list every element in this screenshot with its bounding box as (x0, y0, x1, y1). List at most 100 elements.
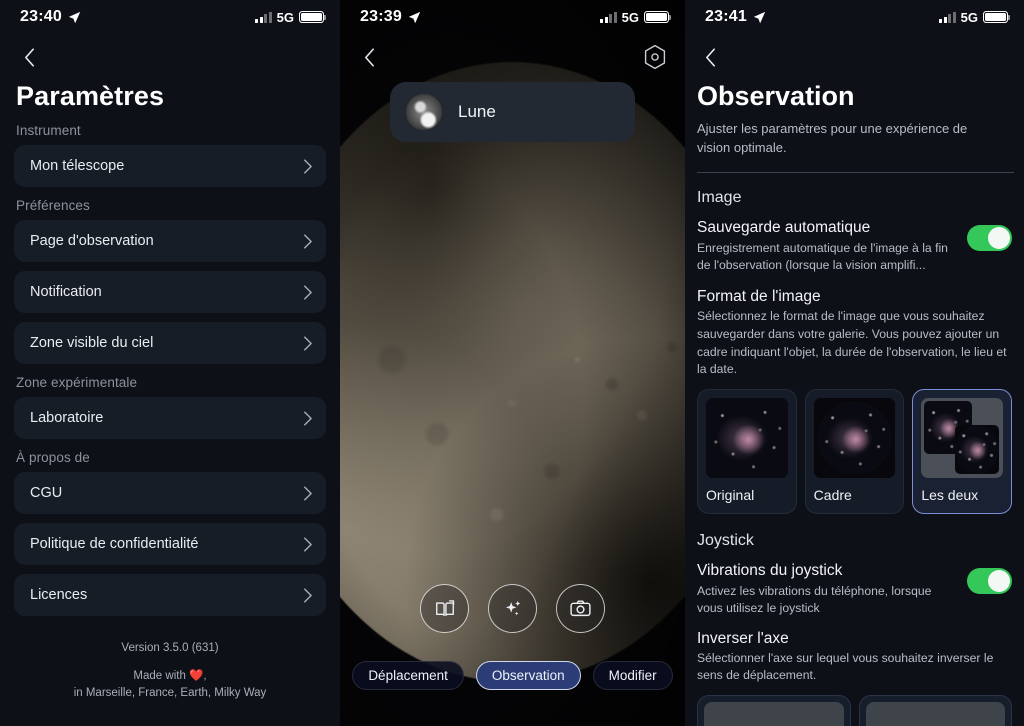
list-item[interactable]: Page d'observation (14, 220, 326, 262)
tab-observation[interactable]: Observation (475, 661, 581, 690)
group-header-about: À propos de (16, 450, 90, 465)
network-type: 5G (621, 9, 639, 25)
chevron-right-icon (304, 485, 312, 501)
setting-text: Sauvegarde automatique Enregistrement au… (697, 219, 957, 275)
mode-tab-bar: Déplacement Observation Modifier (340, 661, 685, 690)
enhance-button[interactable] (488, 584, 537, 633)
chevron-right-icon (304, 233, 312, 249)
chevron-right-icon (304, 284, 312, 300)
chevron-right-icon (304, 536, 312, 552)
section-header-image: Image (697, 188, 742, 206)
list-item-label: CGU (30, 485, 63, 501)
info-book-button[interactable] (420, 584, 469, 633)
back-button-observation[interactable] (685, 34, 1024, 67)
made-with-credit: Made with ❤️, in Marseille, France, Eart… (0, 668, 340, 701)
list-item-label: Zone visible du ciel (30, 335, 154, 351)
axis-option-cards (685, 685, 1024, 726)
format-description: Sélectionnez le format de l'image que vo… (697, 309, 1007, 377)
format-card-cadre[interactable]: Cadre (804, 389, 905, 515)
setting-autosave[interactable]: Sauvegarde automatique Enregistrement au… (685, 207, 1024, 275)
battery-icon (644, 11, 672, 23)
joystick-vibration-toggle[interactable] (967, 568, 1012, 595)
status-time: 23:40 (20, 8, 62, 25)
format-card-label: Les deux (921, 487, 979, 504)
chevron-left-icon (706, 48, 715, 67)
signal-bars-icon (255, 11, 272, 23)
axis-card-horizontal[interactable] (697, 695, 851, 726)
status-bar-settings: 23:40 5G (0, 0, 340, 34)
autosave-toggle[interactable] (967, 224, 1012, 251)
list-item[interactable]: Laboratoire (14, 397, 326, 439)
page-title: Paramètres (16, 81, 165, 111)
invert-axis-description: Sélectionner l'axe sur lequel vous souha… (697, 650, 994, 683)
location-arrow-icon (68, 11, 81, 23)
setting-title: Sauvegarde automatique (697, 218, 871, 236)
list-item[interactable]: Licences (14, 574, 326, 616)
format-thumb-cadre (813, 398, 896, 479)
chevron-right-icon (304, 335, 312, 351)
camera-icon (570, 600, 591, 617)
tab-deplacement[interactable]: Déplacement (352, 661, 464, 690)
setting-description: Activez les vibrations du téléphone, lor… (697, 584, 932, 616)
list-item[interactable]: CGU (14, 472, 326, 514)
list-item-label: Mon télescope (30, 158, 125, 174)
frame-circle (817, 402, 892, 475)
network-type: 5G (960, 9, 978, 25)
nebula-image (817, 402, 892, 475)
group-header-instrument: Instrument (16, 123, 81, 138)
location-arrow-icon (753, 11, 766, 23)
setting-title: Vibrations du joystick (697, 562, 843, 580)
heart-icon: ❤️ (189, 670, 204, 682)
list-item[interactable]: Politique de confidentialité (14, 523, 326, 565)
format-card-label: Original (706, 487, 755, 504)
status-right: 5G (939, 9, 1011, 25)
moon-thumbnail-icon (406, 94, 442, 130)
status-left: 23:39 (360, 8, 421, 26)
group-rows-experimental: Laboratoire (0, 397, 340, 439)
battery-icon (983, 11, 1011, 23)
battery-icon (299, 11, 327, 23)
list-item[interactable]: Mon télescope (14, 145, 326, 187)
page-subtitle: Ajuster les paramètres pour une expérien… (697, 121, 968, 155)
action-button-row (340, 584, 685, 633)
format-card-original[interactable]: Original (697, 389, 797, 515)
back-button-live[interactable] (340, 34, 685, 67)
chevron-left-icon (365, 48, 374, 67)
list-item[interactable]: Zone visible du ciel (14, 322, 326, 364)
network-type: 5G (276, 9, 294, 25)
format-option-cards: Original Cadre Les deux (685, 379, 1024, 515)
target-object-pill[interactable]: Lune (390, 82, 635, 142)
status-time: 23:39 (360, 8, 402, 25)
group-header-experimental: Zone expérimentale (16, 375, 138, 390)
status-right: 5G (600, 9, 672, 25)
group-header-preferences: Préférences (16, 198, 90, 213)
chevron-left-icon (25, 48, 34, 67)
toggle-knob (988, 226, 1010, 249)
format-card-label: Cadre (813, 487, 852, 504)
list-item-label: Page d'observation (30, 233, 154, 249)
back-button-settings[interactable] (0, 34, 340, 67)
aperture-settings-button[interactable] (643, 44, 667, 75)
observation-settings-panel: 23:41 5G Observation Ajuster les paramèt… (685, 0, 1024, 726)
thumb-frame-layer (954, 424, 1000, 475)
group-rows-instrument: Mon télescope (0, 145, 340, 187)
status-time: 23:41 (705, 8, 747, 25)
setting-description: Enregistrement automatique de l'image à … (697, 240, 948, 273)
setting-joystick-vibration[interactable]: Vibrations du joystick Activez les vibra… (685, 550, 1024, 618)
group-rows-preferences: Page d'observation Notification Zone vis… (0, 220, 340, 364)
format-card-les-deux[interactable]: Les deux (912, 389, 1013, 515)
chevron-right-icon (304, 158, 312, 174)
nebula-image (954, 424, 1000, 475)
capture-button[interactable] (556, 584, 605, 633)
invert-axis-title: Inverser l'axe (697, 629, 789, 647)
made-with-prefix: Made with (133, 670, 190, 682)
status-bar-observation: 23:41 5G (685, 0, 1024, 34)
chevron-right-icon (304, 410, 312, 426)
target-object-label: Lune (458, 102, 496, 121)
section-header-joystick: Joystick (697, 532, 754, 550)
made-with-suffix: , (203, 670, 207, 682)
axis-card-vertical[interactable] (858, 695, 1012, 726)
list-item[interactable]: Notification (14, 271, 326, 313)
tab-modifier[interactable]: Modifier (592, 661, 673, 690)
hexagon-aperture-icon (644, 44, 666, 70)
